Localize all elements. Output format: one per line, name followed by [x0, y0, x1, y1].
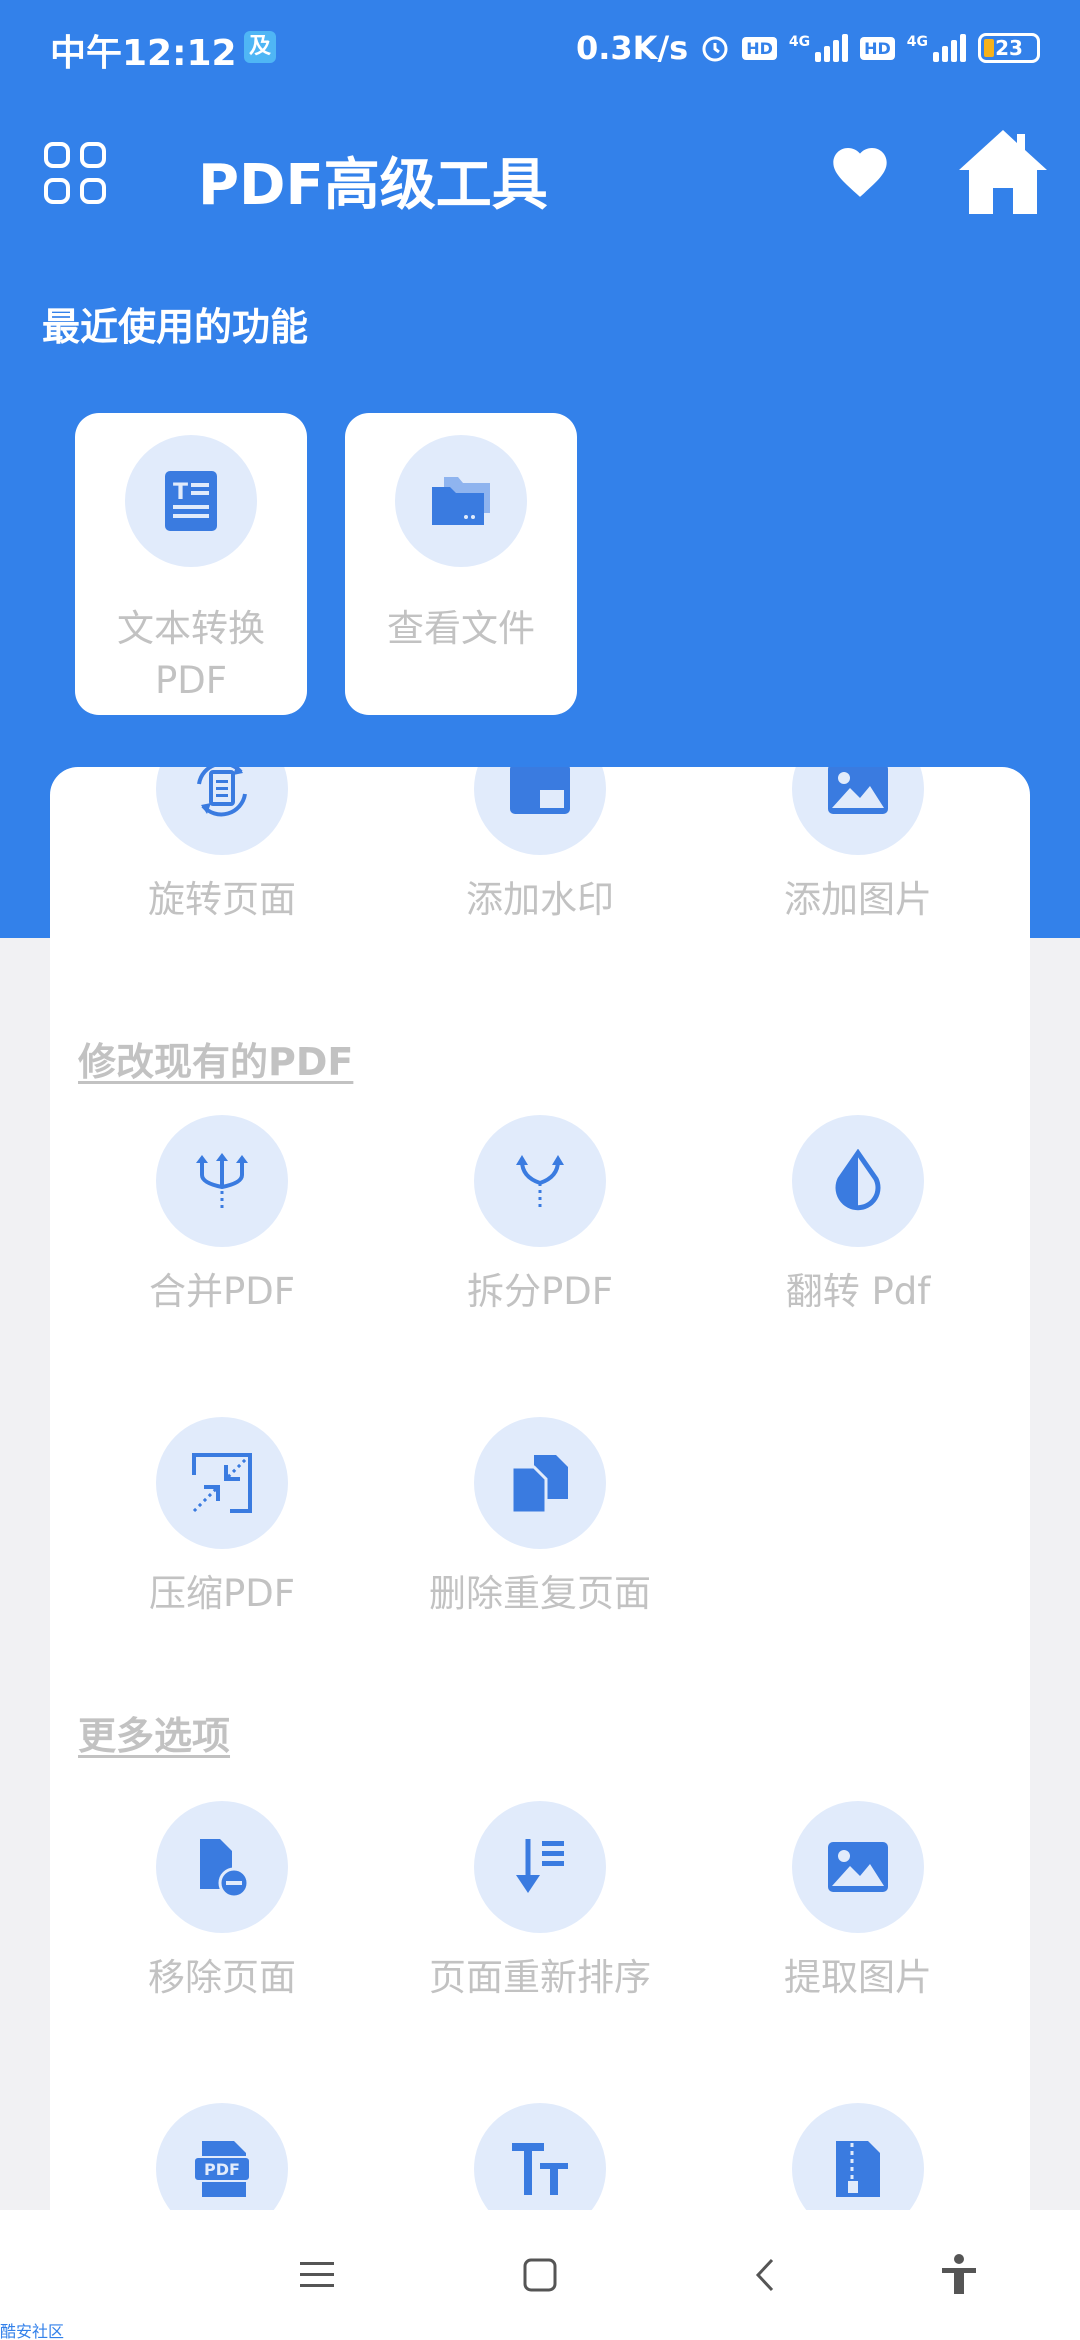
icon-circle: [792, 767, 924, 855]
icon-circle: [156, 1115, 288, 1247]
home-square-icon[interactable]: [515, 2250, 565, 2300]
tool-zip-file[interactable]: [718, 2103, 998, 2210]
reorder-icon: [516, 1839, 564, 1893]
tool-label: 拆分PDF: [466, 1270, 614, 1313]
icon-circle: PDF: [156, 2103, 288, 2210]
watermark-text: 酷安社区: [0, 2322, 65, 2340]
text-document-icon: T: [165, 471, 217, 531]
icon-circle: [792, 2103, 924, 2210]
tool-remove-duplicates[interactable]: 删除重复页面: [400, 1417, 680, 1647]
section-title-modify: 修改现有的PDF: [78, 1040, 354, 1084]
icon-circle: [156, 767, 288, 855]
icon-circle: [792, 1115, 924, 1247]
icon-circle: [474, 767, 606, 855]
hd-badge-2: HD: [860, 36, 895, 60]
status-bar: 中午12:12 及 0.3K/s HD 4G HD 4G 23: [0, 0, 1080, 96]
battery-level: 23: [995, 36, 1023, 60]
icon-circle: [156, 1801, 288, 1933]
tool-rotate-page[interactable]: 旋转页面: [82, 767, 362, 953]
icon-circle: [792, 1801, 924, 1933]
network-type-1: 4G: [788, 34, 811, 50]
icon-circle: [395, 435, 527, 567]
image-icon: [828, 767, 888, 814]
recent-item-view-files[interactable]: 查看文件: [345, 413, 577, 715]
extract-image-icon: [828, 1842, 888, 1892]
favorite-heart-icon[interactable]: [828, 140, 892, 204]
tool-label: 页面重新排序: [429, 1956, 651, 1999]
tool-invert-pdf[interactable]: 翻转 Pdf: [718, 1115, 998, 1345]
home-icon[interactable]: [955, 126, 1051, 218]
back-icon[interactable]: [742, 2250, 792, 2300]
tool-add-image[interactable]: 添加图片: [718, 767, 998, 953]
accessibility-icon[interactable]: [934, 2250, 984, 2300]
alarm-icon: [702, 36, 728, 62]
tool-label: 合并PDF: [148, 1270, 296, 1313]
icon-circle: [474, 1115, 606, 1247]
tool-reorder-pages[interactable]: 页面重新排序: [400, 1801, 680, 2031]
icon-circle: [474, 2103, 606, 2210]
notification-app-icon: 及: [244, 31, 276, 63]
svg-text:T: T: [173, 480, 188, 505]
recent-item-text-to-pdf[interactable]: T 文本转换PDF: [75, 413, 307, 715]
signal-icon-2: 4G: [907, 34, 966, 62]
recent-item-label: 查看文件: [387, 607, 535, 650]
tool-add-watermark[interactable]: 添加水印: [400, 767, 680, 953]
tool-label: 翻转 Pdf: [785, 1270, 931, 1313]
signal-icon: 4G: [788, 34, 849, 62]
tool-text-size[interactable]: [400, 2103, 680, 2210]
menu-icon[interactable]: [292, 2250, 342, 2300]
tool-label: 删除重复页面: [429, 1572, 651, 1615]
network-speed: 0.3K/s: [575, 29, 689, 67]
recent-section-title: 最近使用的功能: [42, 305, 309, 349]
status-time: 中午12:12: [50, 33, 237, 74]
tool-extract-images[interactable]: 提取图片: [718, 1801, 998, 2031]
system-navigation-bar: [0, 2210, 1080, 2340]
duplicate-pages-icon: [510, 1455, 568, 1515]
icon-circle: T: [125, 435, 257, 567]
icon-circle: [156, 1417, 288, 1549]
tool-pdf-file[interactable]: PDF: [82, 2103, 362, 2210]
icon-circle: [474, 1801, 606, 1933]
tool-label: 提取图片: [784, 1956, 932, 1999]
page-title: PDF高级工具: [198, 153, 548, 218]
invert-drop-icon: [835, 1149, 881, 1211]
grid-menu-icon[interactable]: [44, 142, 110, 208]
tool-label: 添加水印: [466, 878, 614, 921]
icon-circle: [474, 1417, 606, 1549]
compress-icon: [192, 1453, 252, 1513]
battery-icon: 23: [978, 33, 1040, 63]
folders-icon: [432, 477, 490, 525]
tool-label: 压缩PDF: [148, 1572, 296, 1615]
pdf-file-label: PDF: [204, 2160, 240, 2179]
pdf-file-icon: PDF: [193, 2141, 251, 2197]
tool-label: 旋转页面: [148, 878, 296, 921]
tool-merge-pdf[interactable]: 合并PDF: [82, 1115, 362, 1345]
rotate-page-icon: [197, 767, 247, 817]
tools-panel[interactable]: 旋转页面 添加水印 添加图片 修改现有的PDF 合并PDF 拆分PDF 翻转 P…: [50, 767, 1030, 2210]
split-icon: [516, 1155, 564, 1209]
status-indicators: 0.3K/s HD 4G HD 4G 23: [576, 26, 1040, 70]
watermark-icon: [510, 767, 570, 814]
tool-label: 添加图片: [784, 878, 932, 921]
hd-badge: HD: [742, 36, 777, 60]
tool-split-pdf[interactable]: 拆分PDF: [400, 1115, 680, 1345]
remove-page-icon: [200, 1839, 250, 1899]
section-title-more: 更多选项: [78, 1714, 231, 1758]
tool-compress-pdf[interactable]: 压缩PDF: [82, 1417, 362, 1647]
zip-file-icon: [836, 2141, 880, 2197]
tool-remove-pages[interactable]: 移除页面: [82, 1801, 362, 2031]
tool-label: 移除页面: [148, 1956, 296, 1999]
merge-icon: [196, 1153, 248, 1209]
recent-item-label: 文本转换PDF: [117, 607, 265, 702]
text-size-icon: [512, 2143, 568, 2195]
network-type-2: 4G: [906, 34, 928, 50]
